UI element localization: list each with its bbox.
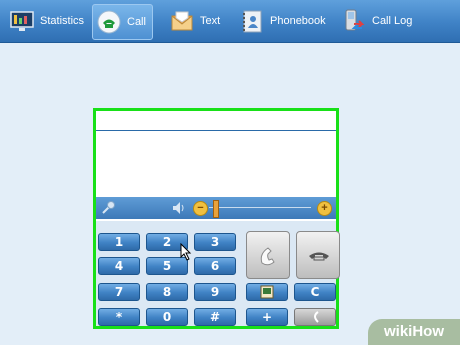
volume-control-bar: − + xyxy=(96,197,336,219)
call-tab[interactable]: Call xyxy=(92,4,153,40)
statistics-label: Statistics xyxy=(40,15,85,27)
phonebook-icon xyxy=(240,9,264,33)
envelope-icon xyxy=(170,9,194,33)
hangup-button[interactable] xyxy=(296,231,340,279)
monitor-icon xyxy=(10,9,34,33)
call-label: Call xyxy=(127,16,146,28)
speaker-icon[interactable] xyxy=(170,200,186,221)
call-log-tab[interactable]: Call Log xyxy=(342,4,412,38)
key-9[interactable]: 9 xyxy=(194,283,236,301)
key-1[interactable]: 1 xyxy=(98,233,140,251)
plus-key[interactable]: + xyxy=(246,308,288,326)
key-6[interactable]: 6 xyxy=(194,257,236,275)
key-star[interactable]: * xyxy=(98,308,140,326)
call-handset-icon xyxy=(257,244,281,273)
key-4[interactable]: 4 xyxy=(98,257,140,275)
microphone-icon[interactable] xyxy=(100,200,116,221)
keypad: 1 2 3 4 5 6 7 8 9 * 0 # C + xyxy=(96,221,340,326)
watermark: wikiHow xyxy=(368,319,460,345)
back-arrow-icon xyxy=(309,311,321,326)
volume-slider-track[interactable] xyxy=(209,207,311,208)
text-tab[interactable]: Text xyxy=(170,4,220,38)
top-toolbar: Statistics Call Text Phonebook Call Log xyxy=(0,0,460,43)
volume-down-button[interactable]: − xyxy=(193,201,208,216)
phonebook-label: Phonebook xyxy=(270,15,326,27)
call-log-label: Call Log xyxy=(372,15,413,27)
key-0[interactable]: 0 xyxy=(146,308,188,326)
contacts-button[interactable] xyxy=(246,283,288,301)
volume-slider-handle[interactable] xyxy=(213,200,219,218)
backspace-button[interactable] xyxy=(294,308,336,326)
call-display-area xyxy=(96,131,336,193)
key-3[interactable]: 3 xyxy=(194,233,236,251)
phone-log-icon xyxy=(342,9,366,33)
text-label: Text xyxy=(200,15,221,27)
key-8[interactable]: 8 xyxy=(146,283,188,301)
statistics-tab[interactable]: Statistics xyxy=(10,4,84,38)
clear-button[interactable]: C xyxy=(294,283,336,301)
phone-icon xyxy=(97,10,121,34)
contact-card-icon xyxy=(260,285,274,302)
key-hash[interactable]: # xyxy=(194,308,236,326)
call-button[interactable] xyxy=(246,231,290,279)
volume-up-button[interactable]: + xyxy=(317,201,332,216)
number-input[interactable] xyxy=(96,111,336,130)
dialer-panel: − + 1 2 3 4 5 6 7 8 9 * 0 # C + xyxy=(93,108,340,329)
mouse-cursor xyxy=(180,242,192,266)
hangup-handset-icon xyxy=(307,244,331,273)
key-7[interactable]: 7 xyxy=(98,283,140,301)
phonebook-tab[interactable]: Phonebook xyxy=(240,4,326,38)
